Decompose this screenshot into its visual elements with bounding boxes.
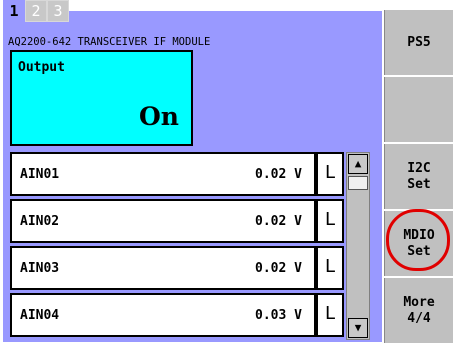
tab-3[interactable]: 3 xyxy=(47,0,69,22)
list-scrollbar[interactable]: ▲ ▼ xyxy=(346,152,370,340)
scroll-thumb[interactable] xyxy=(348,176,368,190)
mdio-set-button[interactable]: MDIO Set xyxy=(384,211,453,276)
tab-1[interactable]: 1 xyxy=(3,0,25,22)
ain-name: AIN04 xyxy=(20,308,60,323)
output-panel[interactable]: Output On xyxy=(10,50,193,146)
scroll-down-icon[interactable]: ▼ xyxy=(348,318,368,338)
ain-value: 0.02 V xyxy=(255,261,302,276)
ain-row-4[interactable]: AIN04 0.03 V xyxy=(10,293,316,337)
ain-row-2[interactable]: AIN02 0.02 V xyxy=(10,199,316,243)
tab-2[interactable]: 2 xyxy=(25,0,47,22)
ain-flag[interactable]: L xyxy=(316,293,344,337)
ain-name: AIN02 xyxy=(20,214,60,229)
ain-name: AIN03 xyxy=(20,261,60,276)
i2c-set-button[interactable]: I2C Set xyxy=(384,144,453,209)
ain-row-3[interactable]: AIN03 0.02 V xyxy=(10,246,316,290)
ain-value: 0.03 V xyxy=(255,308,302,323)
module-title: AQ2200-642 TRANSCEIVER IF MODULE xyxy=(8,36,211,48)
instrument-screen: 1 2 3 AQ2200-642 TRANSCEIVER IF MODULE O… xyxy=(0,0,453,343)
blank-softkey[interactable] xyxy=(384,77,453,142)
output-label: Output xyxy=(18,60,65,75)
ps5-button[interactable]: PS5 xyxy=(384,10,453,75)
ain-flag[interactable]: L xyxy=(316,152,344,196)
more-button[interactable]: More 4/4 xyxy=(384,278,453,343)
ain-flag[interactable]: L xyxy=(316,199,344,243)
output-value: On xyxy=(139,102,179,131)
ain-flag[interactable]: L xyxy=(316,246,344,290)
ain-row-1[interactable]: AIN01 0.02 V xyxy=(10,152,316,196)
ain-name: AIN01 xyxy=(20,167,60,182)
ain-value: 0.02 V xyxy=(255,167,302,182)
scroll-up-icon[interactable]: ▲ xyxy=(348,154,368,174)
ain-value: 0.02 V xyxy=(255,214,302,229)
